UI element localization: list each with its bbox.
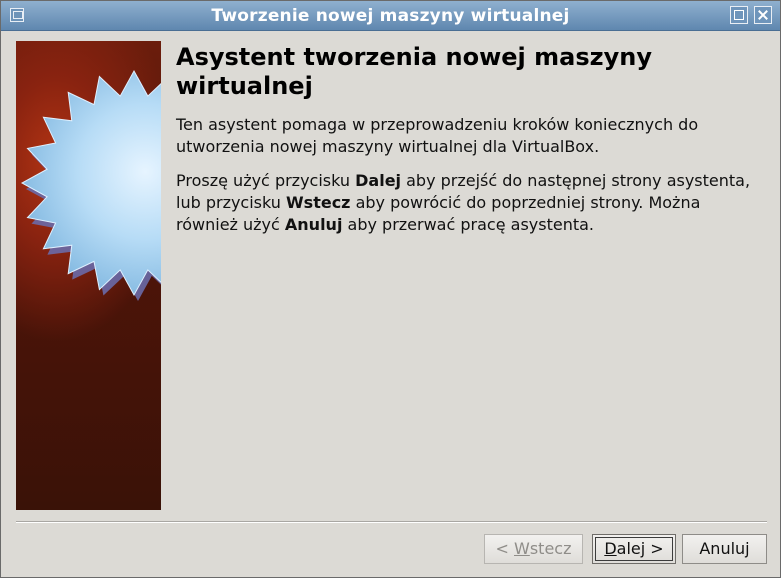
page-title: Asystent tworzenia nowej maszyny wirtual… bbox=[176, 43, 652, 100]
instructions-paragraph: Proszę użyć przycisku Dalej aby przejść … bbox=[176, 171, 751, 234]
wizard-window: Tworzenie nowej maszyny wirtualnej Asyst… bbox=[0, 0, 781, 578]
cancel-keyword: Anuluj bbox=[284, 215, 343, 234]
close-icon[interactable] bbox=[754, 6, 772, 24]
next-button[interactable]: Dalej > bbox=[592, 534, 676, 564]
title-bar[interactable]: Tworzenie nowej maszyny wirtualnej bbox=[1, 1, 780, 31]
back-keyword: Wstecz bbox=[286, 193, 351, 212]
maximize-icon[interactable] bbox=[730, 6, 748, 24]
starburst-icon bbox=[20, 69, 161, 301]
button-separator bbox=[16, 521, 767, 523]
window-title: Tworzenie nowej maszyny wirtualnej bbox=[211, 6, 570, 26]
cancel-button[interactable]: Anuluj bbox=[682, 534, 767, 564]
next-keyword: Dalej bbox=[355, 171, 402, 190]
back-button[interactable]: < Wstecz bbox=[484, 534, 583, 564]
wizard-starburst-image bbox=[16, 41, 161, 510]
intro-paragraph: Ten asystent pomaga w przeprowadzeniu kr… bbox=[176, 115, 699, 156]
